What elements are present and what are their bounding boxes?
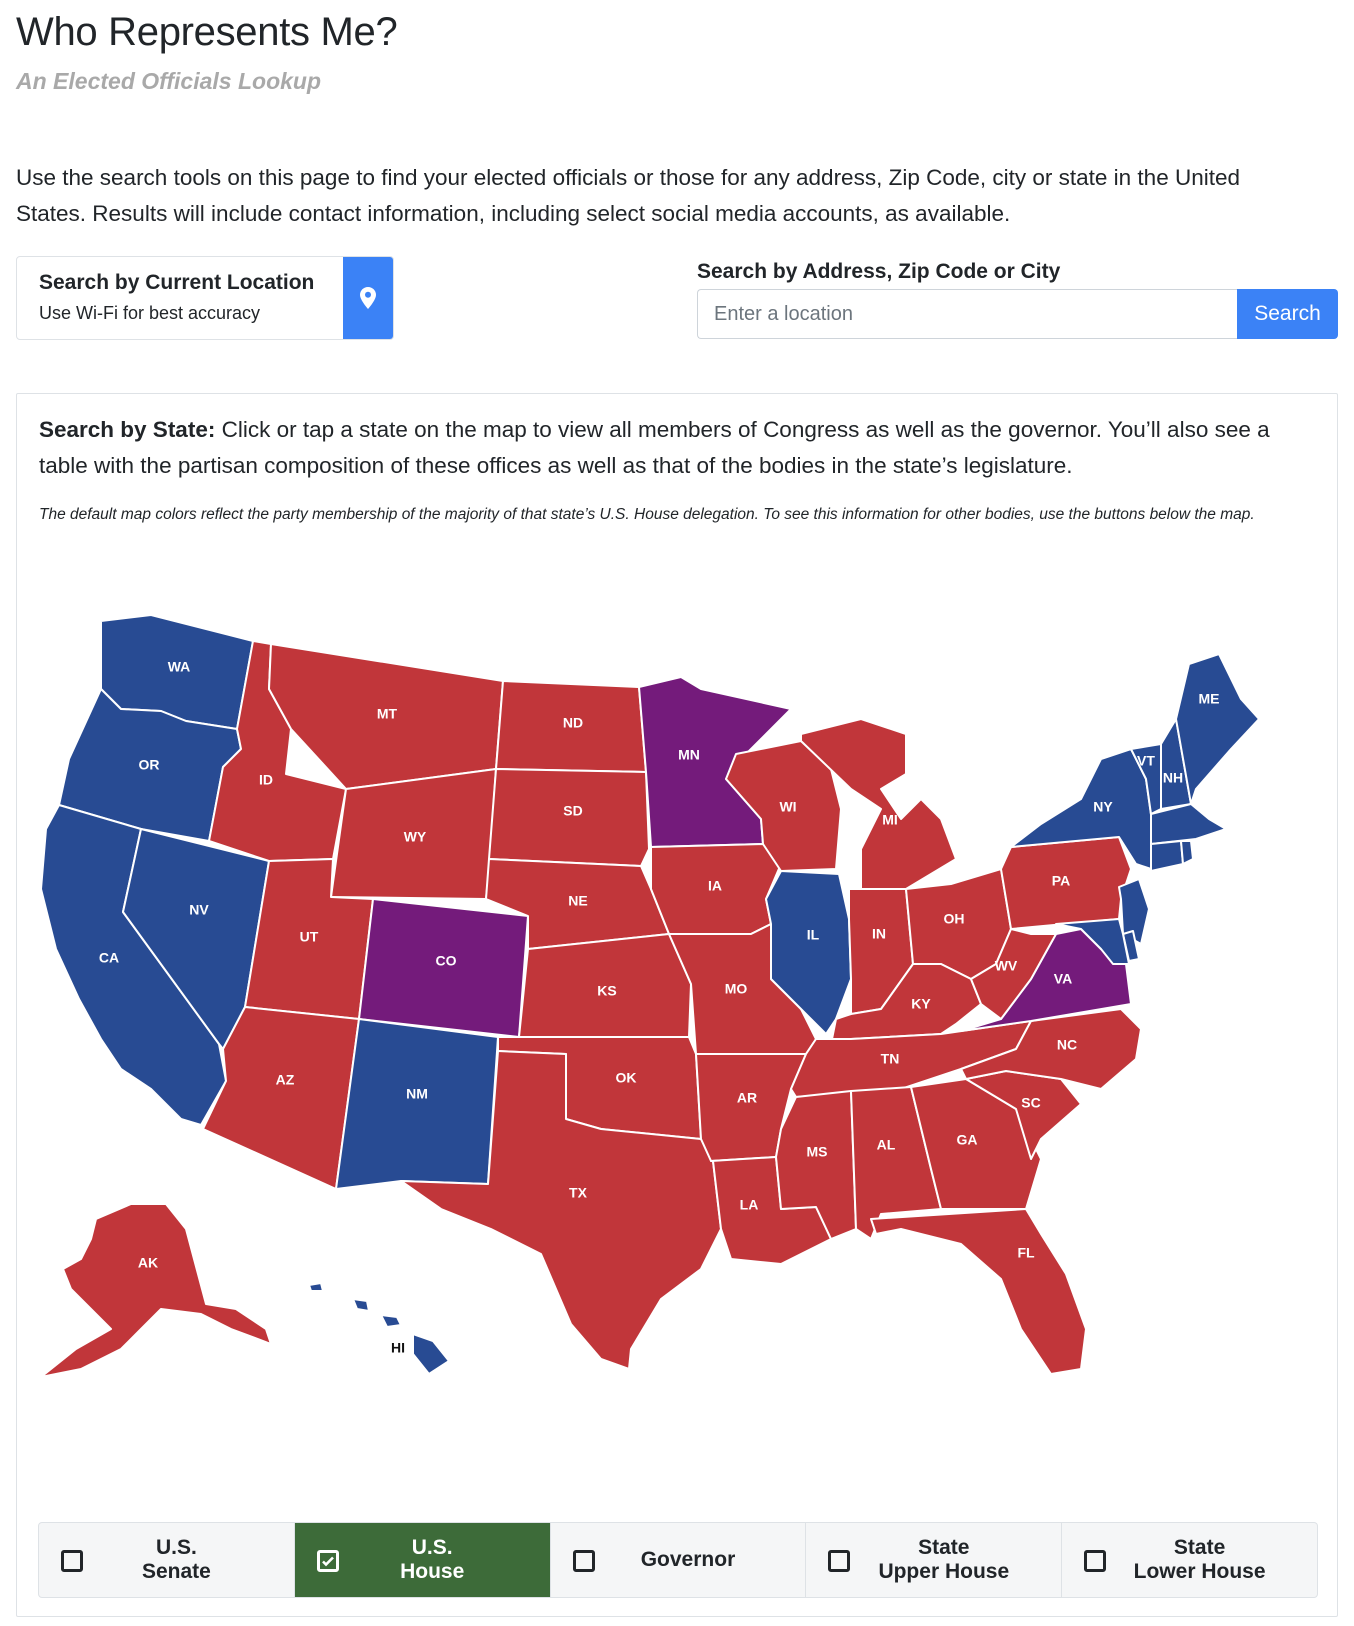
toggle-label: State Upper House bbox=[878, 1536, 1010, 1583]
state-label-wa: WA bbox=[168, 659, 191, 675]
state-hi-part-3[interactable] bbox=[352, 1298, 370, 1312]
body-toggle-group: U.S. Senate U.S. House Governor State Up… bbox=[38, 1522, 1318, 1598]
state-label-al: AL bbox=[877, 1137, 896, 1153]
state-label-oh: OH bbox=[944, 911, 965, 927]
state-label-ut: UT bbox=[300, 929, 319, 945]
toggle-governor[interactable]: Governor bbox=[551, 1523, 807, 1597]
toggle-state-upper-house[interactable]: State Upper House bbox=[806, 1523, 1063, 1597]
address-search-label: Search by Address, Zip Code or City bbox=[697, 260, 1061, 283]
state-hi-part-4[interactable] bbox=[308, 1282, 324, 1292]
state-label-ga: GA bbox=[957, 1132, 978, 1148]
toggle-label: State Lower House bbox=[1133, 1536, 1266, 1583]
state-me[interactable] bbox=[1175, 653, 1260, 805]
address-search-group: Search bbox=[697, 289, 1338, 339]
state-label-in: IN bbox=[872, 926, 886, 942]
current-location-subtitle: Use Wi-Fi for best accuracy bbox=[39, 303, 261, 323]
state-label-wv: WV bbox=[995, 958, 1018, 974]
state-label-tx: TX bbox=[569, 1185, 588, 1201]
state-label-id: ID bbox=[259, 772, 273, 788]
state-hi-part-2[interactable] bbox=[380, 1314, 402, 1328]
state-label-me: ME bbox=[1199, 691, 1220, 707]
us-states-map[interactable]: WA OR CA NV ID MT WY UT AZ CO NM ND SD NE KS OK TX MN IA MO… bbox=[39, 599, 1329, 1429]
map-pin-icon bbox=[360, 287, 376, 309]
location-input[interactable] bbox=[697, 289, 1237, 339]
state-label-co: CO bbox=[436, 953, 457, 969]
state-label-nd: ND bbox=[563, 715, 583, 731]
current-location-search-button[interactable]: Search by Current Location Use Wi-Fi for… bbox=[16, 256, 394, 340]
state-label-il: IL bbox=[807, 927, 820, 943]
state-label-ca: CA bbox=[99, 950, 119, 966]
state-label-wy: WY bbox=[404, 829, 427, 845]
state-label-nm: NM bbox=[406, 1086, 428, 1102]
search-button[interactable]: Search bbox=[1237, 289, 1338, 339]
toggle-us-house[interactable]: U.S. House bbox=[294, 1523, 551, 1597]
page-subtitle: An Elected Officials Lookup bbox=[16, 68, 322, 94]
state-label-ia: IA bbox=[708, 878, 722, 894]
state-label-hi: HI bbox=[391, 1340, 405, 1356]
state-label-ar: AR bbox=[737, 1090, 757, 1106]
state-label-az: AZ bbox=[276, 1072, 295, 1088]
state-label-ok: OK bbox=[616, 1070, 637, 1086]
location-button[interactable] bbox=[343, 257, 393, 339]
state-ct[interactable] bbox=[1150, 840, 1184, 872]
current-location-text: Search by Current Location Use Wi-Fi for… bbox=[17, 257, 343, 339]
toggle-label: U.S. House bbox=[400, 1536, 465, 1583]
state-ak[interactable] bbox=[40, 1203, 272, 1378]
state-label-mt: MT bbox=[377, 706, 398, 722]
state-search-heading-bold: Search by State: bbox=[39, 417, 216, 442]
state-fl[interactable] bbox=[870, 1208, 1087, 1375]
page-title: Who Represents Me? bbox=[16, 10, 398, 54]
checkbox-icon bbox=[1084, 1550, 1107, 1572]
state-label-sd: SD bbox=[563, 803, 582, 819]
toggle-state-lower-house[interactable]: State Lower House bbox=[1062, 1523, 1317, 1597]
state-label-mi: MI bbox=[882, 812, 898, 828]
state-label-nv: NV bbox=[189, 902, 209, 918]
state-label-or: OR bbox=[139, 757, 160, 773]
checkbox-checked-icon bbox=[316, 1550, 339, 1572]
checkbox-icon bbox=[61, 1550, 83, 1572]
state-label-vt: VT bbox=[1137, 753, 1155, 769]
state-label-mn: MN bbox=[678, 747, 700, 763]
state-label-pa: PA bbox=[1052, 873, 1070, 889]
state-label-ks: KS bbox=[597, 983, 616, 999]
checkbox-icon bbox=[572, 1550, 595, 1572]
state-search-card: Search by State: Click or tap a state on… bbox=[16, 393, 1338, 1617]
state-label-nh: NH bbox=[1163, 770, 1183, 786]
state-label-ky: KY bbox=[911, 996, 931, 1012]
state-nm[interactable] bbox=[335, 1018, 499, 1190]
state-ri[interactable] bbox=[1180, 840, 1194, 865]
state-hi-part-1[interactable] bbox=[412, 1333, 450, 1375]
state-label-nc: NC bbox=[1057, 1037, 1077, 1053]
state-label-fl: FL bbox=[1017, 1245, 1035, 1261]
state-label-ny: NY bbox=[1093, 799, 1113, 815]
intro-text: Use the search tools on this page to fin… bbox=[16, 165, 1240, 226]
checkbox-icon bbox=[828, 1550, 851, 1572]
state-label-ak: AK bbox=[138, 1255, 158, 1271]
toggle-us-senate[interactable]: U.S. Senate bbox=[39, 1523, 295, 1597]
state-search-heading: Search by State: Click or tap a state on… bbox=[39, 412, 1319, 484]
toggle-label: Governor bbox=[640, 1548, 736, 1571]
state-ma[interactable] bbox=[1150, 803, 1227, 845]
state-label-va: VA bbox=[1054, 971, 1072, 987]
state-search-heading-text: Click or tap a state on the map to view … bbox=[39, 417, 1270, 478]
state-label-la: LA bbox=[740, 1197, 759, 1213]
toggle-label: U.S. Senate bbox=[141, 1536, 211, 1583]
state-label-ms: MS bbox=[807, 1144, 828, 1160]
state-label-mo: MO bbox=[725, 981, 748, 997]
map-color-note: The default map colors reflect the party… bbox=[39, 506, 1255, 523]
state-label-tn: TN bbox=[881, 1051, 900, 1067]
state-label-ne: NE bbox=[568, 893, 587, 909]
current-location-title: Search by Current Location bbox=[39, 271, 315, 294]
state-label-wi: WI bbox=[779, 799, 796, 815]
state-label-sc: SC bbox=[1021, 1095, 1040, 1111]
